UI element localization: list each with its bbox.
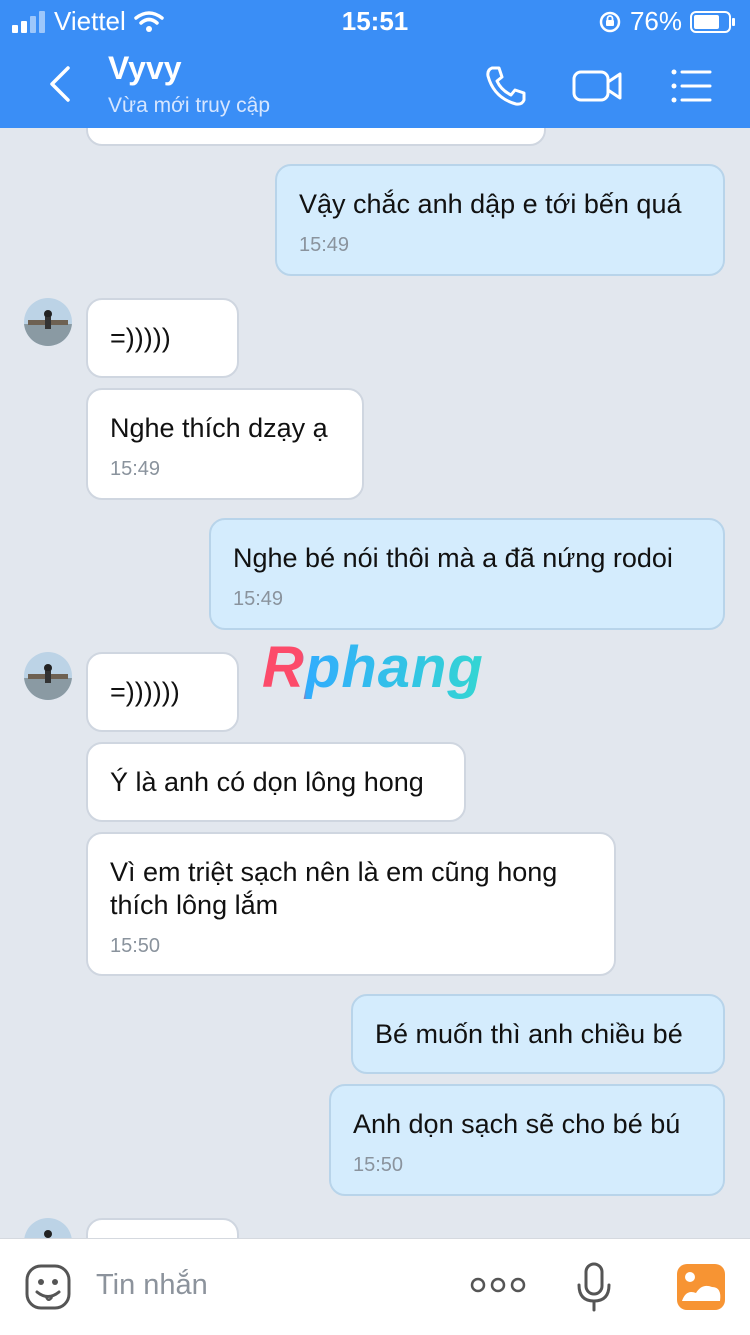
message-text: =)))))	[110, 323, 171, 353]
message-bubble[interactable]: =))))))	[86, 652, 239, 732]
rotation-lock-icon	[599, 11, 621, 32]
message-text: =))))))	[110, 677, 180, 707]
message-bubble[interactable]: Anh dọn sạch sẽ cho bé bú 15:50	[329, 1084, 725, 1196]
avatar-photo-icon	[24, 652, 72, 700]
avatar[interactable]	[24, 1218, 72, 1238]
message-text: Vậy chắc anh dập e tới bến quá	[299, 189, 682, 219]
battery-icon	[690, 10, 735, 33]
more-options-icon[interactable]	[470, 1273, 526, 1297]
video-call-icon[interactable]	[572, 62, 624, 110]
microphone-icon[interactable]	[574, 1261, 614, 1313]
message-bubble[interactable]: =)))))	[86, 298, 239, 378]
message-bubble[interactable]: Ý là anh có dọn lông hong	[86, 742, 466, 822]
avatar[interactable]	[24, 298, 72, 346]
message-time: 15:49	[110, 458, 161, 480]
message-input[interactable]: Tin nhắn	[96, 1269, 208, 1302]
message-time: 15:49	[299, 234, 350, 256]
back-arrow-icon[interactable]	[40, 62, 80, 106]
battery-percent: 76%	[629, 6, 682, 36]
message-text: Bé muốn thì anh chiều bé	[375, 1019, 683, 1049]
avatar-photo-icon	[24, 1218, 72, 1238]
contact-status: Vừa mới truy cập	[108, 94, 271, 117]
message-time: 15:50	[110, 935, 161, 957]
partial-message-bubble[interactable]	[86, 1218, 239, 1238]
message-composer: Tin nhắn	[0, 1238, 750, 1335]
contact-name[interactable]: Vyvy	[108, 50, 182, 87]
message-time: 15:50	[353, 1154, 404, 1176]
phone-call-icon[interactable]	[482, 62, 530, 110]
message-text: Ý là anh có dọn lông hong	[110, 767, 424, 797]
message-bubble[interactable]: Nghe thích dzạy ạ 15:49	[86, 388, 364, 500]
status-bar: Viettel 15:51 76%	[0, 0, 750, 40]
chat-header: Vyvy Vừa mới truy cập	[0, 40, 750, 128]
message-text: Vì em triệt sạch nên là em cũng hong thí…	[110, 857, 558, 920]
avatar[interactable]	[24, 652, 72, 700]
photo-gallery-icon[interactable]	[676, 1263, 726, 1311]
message-time: 15:49	[233, 588, 284, 610]
message-bubble[interactable]: Vì em triệt sạch nên là em cũng hong thí…	[86, 832, 616, 976]
message-text: Nghe bé nói thôi mà a đã nứng rodoi	[233, 543, 673, 573]
status-right: 76%	[598, 6, 736, 37]
partial-message-bubble[interactable]	[86, 128, 546, 146]
message-bubble[interactable]: Bé muốn thì anh chiều bé	[351, 994, 725, 1074]
sticker-emoji-icon[interactable]	[24, 1263, 72, 1311]
message-bubble[interactable]: Vậy chắc anh dập e tới bến quá 15:49	[275, 164, 725, 276]
avatar-photo-icon	[24, 298, 72, 346]
watermark: Rphang	[262, 635, 484, 700]
menu-list-icon[interactable]	[668, 62, 716, 110]
message-bubble[interactable]: Nghe bé nói thôi mà a đã nứng rodoi 15:4…	[209, 518, 725, 630]
message-text: Nghe thích dzạy ạ	[110, 413, 328, 443]
message-text: Anh dọn sạch sẽ cho bé bú	[353, 1109, 681, 1139]
